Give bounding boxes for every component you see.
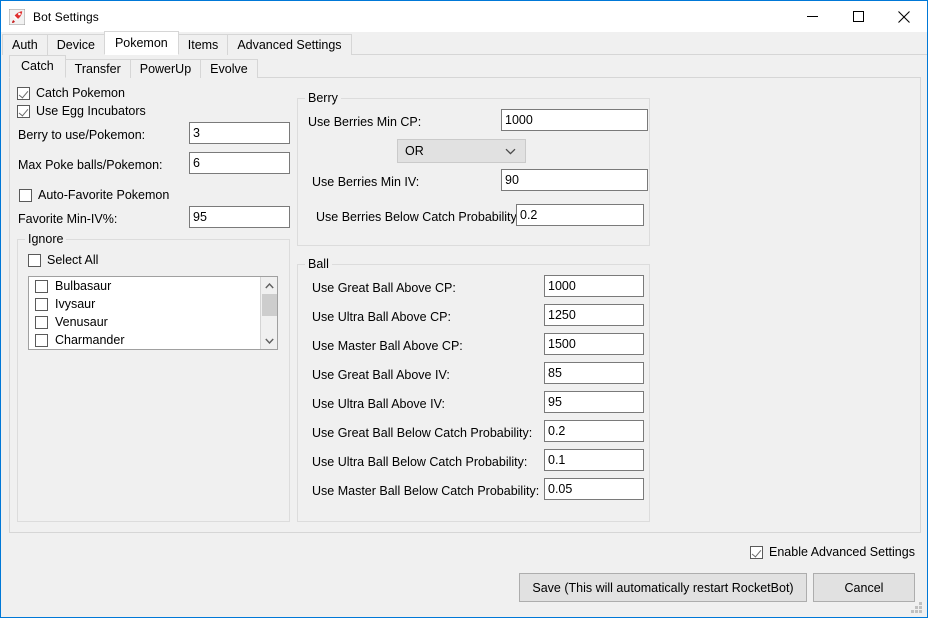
primary-tab-bar: Auth Device Pokemon Items Advanced Setti… — [2, 31, 927, 55]
berry-to-use-label: Berry to use/Pokemon: — [18, 128, 146, 142]
listbox-scrollbar[interactable] — [260, 277, 277, 349]
maximize-icon[interactable] — [835, 1, 881, 32]
chevron-down-icon — [505, 144, 516, 158]
master-ball-above-cp-label: Use Master Ball Above CP: — [312, 339, 463, 353]
minimize-icon[interactable] — [789, 1, 835, 32]
cancel-button[interactable]: Cancel — [813, 573, 915, 602]
auto-favorite-label: Auto-Favorite Pokemon — [38, 188, 170, 202]
window-title: Bot Settings — [33, 9, 99, 24]
close-icon[interactable] — [881, 1, 927, 32]
resize-grip[interactable] — [911, 602, 923, 614]
tab-advanced-settings[interactable]: Advanced Settings — [227, 34, 352, 55]
window-controls — [789, 1, 927, 32]
berry-group: Berry Use Berries Min CP: OR Use Berries… — [297, 91, 650, 246]
ultra-ball-above-iv-label: Use Ultra Ball Above IV: — [312, 397, 445, 411]
master-ball-above-cp-input[interactable] — [544, 333, 644, 355]
list-item[interactable]: Bulbasaur — [29, 277, 277, 295]
catch-pokemon-checkbox[interactable]: Catch Pokemon — [17, 86, 125, 100]
catch-pokemon-label: Catch Pokemon — [36, 86, 125, 100]
list-item[interactable]: Venusaur — [29, 313, 277, 331]
ultra-ball-below-catch-probability-label: Use Ultra Ball Below Catch Probability: — [312, 455, 528, 469]
berry-group-title: Berry — [305, 91, 341, 105]
berries-min-iv-input[interactable] — [501, 169, 648, 191]
scrollbar-thumb[interactable] — [261, 294, 277, 316]
checkbox-box — [28, 253, 41, 267]
rocket-icon — [8, 8, 26, 25]
tab-device[interactable]: Device — [46, 34, 105, 55]
max-poke-balls-label: Max Poke balls/Pokemon: — [18, 158, 163, 172]
ball-group: Ball Use Great Ball Above CP: Use Ultra … — [297, 257, 650, 522]
ultra-ball-above-iv-input[interactable] — [544, 391, 644, 413]
ignore-pokemon-listbox[interactable]: Bulbasaur Ivysaur Venusaur Charmander — [28, 276, 278, 350]
save-button[interactable]: Save (This will automatically restart Ro… — [519, 573, 807, 602]
tab-auth[interactable]: Auth — [2, 34, 48, 55]
great-ball-below-catch-probability-label: Use Great Ball Below Catch Probability: — [312, 426, 533, 440]
berries-below-catch-probability-input[interactable] — [516, 204, 644, 226]
enable-advanced-settings-checkbox[interactable]: Enable Advanced Settings — [750, 545, 915, 559]
tab-items[interactable]: Items — [177, 34, 229, 55]
list-item-label: Venusaur — [55, 315, 108, 329]
berries-min-iv-label: Use Berries Min IV: — [312, 175, 420, 189]
title-bar: Bot Settings — [1, 1, 927, 32]
auto-favorite-checkbox[interactable]: Auto-Favorite Pokemon — [19, 188, 169, 202]
berry-operator-dropdown[interactable]: OR — [397, 139, 526, 163]
list-item[interactable]: Charmander — [29, 331, 277, 349]
berry-to-use-input[interactable] — [189, 122, 290, 144]
checkbox-box[interactable] — [35, 315, 48, 329]
master-ball-below-catch-probability-input[interactable] — [544, 478, 644, 500]
list-item[interactable]: Ivysaur — [29, 295, 277, 313]
select-all-checkbox[interactable]: Select All — [28, 253, 98, 267]
favorite-min-iv-input[interactable] — [189, 206, 290, 228]
berries-below-catch-probability-label: Use Berries Below Catch Probability: — [316, 210, 521, 224]
checkbox-box — [17, 86, 30, 100]
use-egg-incubators-checkbox[interactable]: Use Egg Incubators — [17, 104, 146, 118]
berry-operator-value: OR — [405, 144, 424, 158]
ignore-group-title: Ignore — [25, 232, 67, 246]
list-item-label: Charmander — [55, 333, 125, 347]
checkbox-box[interactable] — [35, 297, 48, 311]
tab-powerup[interactable]: PowerUp — [129, 59, 202, 78]
checkbox-box — [750, 545, 763, 559]
tab-evolve[interactable]: Evolve — [200, 59, 258, 78]
enable-advanced-settings-label: Enable Advanced Settings — [769, 545, 915, 559]
checkbox-box[interactable] — [35, 333, 48, 347]
ultra-ball-above-cp-input[interactable] — [544, 304, 644, 326]
checkbox-box[interactable] — [35, 279, 48, 293]
great-ball-above-iv-label: Use Great Ball Above IV: — [312, 368, 450, 382]
checkbox-box — [17, 104, 30, 118]
ultra-ball-below-catch-probability-input[interactable] — [544, 449, 644, 471]
catch-tab-panel: Catch Pokemon Use Egg Incubators Berry t… — [9, 78, 921, 533]
great-ball-above-cp-label: Use Great Ball Above CP: — [312, 281, 456, 295]
master-ball-below-catch-probability-label: Use Master Ball Below Catch Probability: — [312, 484, 540, 498]
tab-bar-filler — [350, 54, 927, 55]
tab-catch[interactable]: Catch — [9, 55, 66, 78]
list-item-label: Ivysaur — [55, 297, 96, 311]
berries-min-cp-label: Use Berries Min CP: — [308, 115, 422, 129]
great-ball-above-cp-input[interactable] — [544, 275, 644, 297]
favorite-min-iv-label: Favorite Min-IV%: — [18, 212, 118, 226]
tab-transfer[interactable]: Transfer — [64, 59, 131, 78]
select-all-label: Select All — [47, 253, 99, 267]
list-item-label: Bulbasaur — [55, 279, 112, 293]
use-egg-incubators-label: Use Egg Incubators — [36, 104, 146, 118]
bot-settings-window: Bot Settings Auth Device Pokemon Items A… — [0, 0, 928, 618]
scroll-up-icon[interactable] — [261, 277, 277, 294]
secondary-tab-bar: Catch Transfer PowerUp Evolve — [9, 55, 921, 78]
tab-pokemon[interactable]: Pokemon — [103, 31, 179, 55]
checkbox-box — [19, 188, 32, 202]
scroll-down-icon[interactable] — [261, 332, 277, 349]
ultra-ball-above-cp-label: Use Ultra Ball Above CP: — [312, 310, 451, 324]
great-ball-above-iv-input[interactable] — [544, 362, 644, 384]
max-poke-balls-input[interactable] — [189, 152, 290, 174]
great-ball-below-catch-probability-input[interactable] — [544, 420, 644, 442]
ignore-group: Ignore Select All Bulbasaur Ivysaur Venu… — [17, 232, 290, 522]
ball-group-title: Ball — [305, 257, 332, 271]
berries-min-cp-input[interactable] — [501, 109, 648, 131]
